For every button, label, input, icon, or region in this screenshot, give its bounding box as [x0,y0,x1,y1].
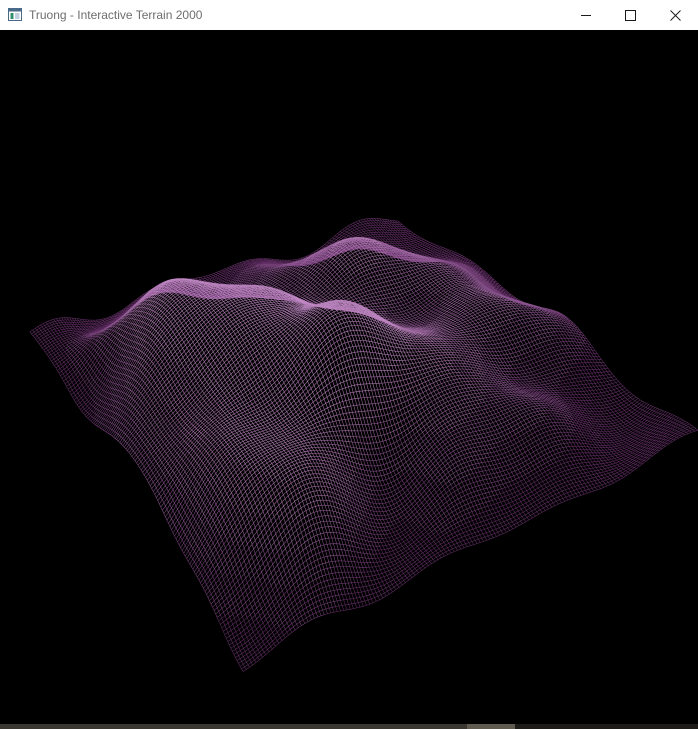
bottom-border-dark [515,724,698,729]
close-button[interactable] [652,0,698,30]
terrain-wireframe [29,218,698,672]
close-icon [669,9,681,21]
terrain-viewport[interactable] [0,30,698,724]
minimize-icon [580,10,592,21]
window-title: Truong - Interactive Terrain 2000 [29,8,203,22]
maximize-button[interactable] [607,0,653,30]
terrain-wire-band [29,218,698,672]
maximize-icon [624,9,636,21]
minimize-button[interactable] [563,0,609,30]
title-bar[interactable]: Truong - Interactive Terrain 2000 [0,0,698,30]
app-window-icon [8,8,22,21]
bottom-scroll-thumb [467,724,515,729]
